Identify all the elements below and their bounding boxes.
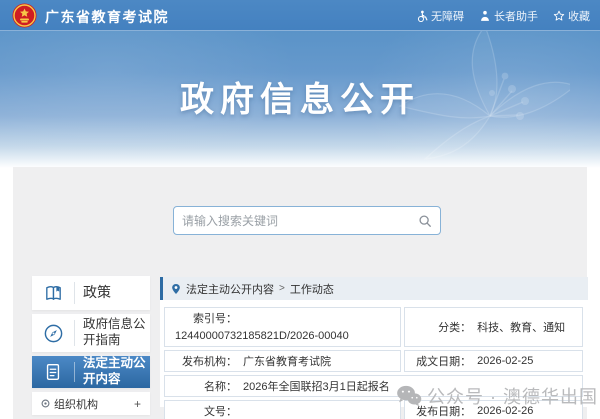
publish-date-label: 发布日期： — [416, 405, 472, 418]
accessibility-label: 无障碍 — [431, 10, 464, 23]
index-number-cell: 索引号： 12440000732185821D/2026-00040 — [164, 307, 402, 347]
breadcrumb-current[interactable]: 工作动态 — [290, 281, 334, 297]
written-date-label: 成文日期： — [416, 355, 472, 368]
elder-person-icon — [481, 10, 489, 21]
table-row: 文号： 发布日期： 2026-02-26 — [164, 400, 583, 419]
publish-date-value: 2026-02-26 — [477, 404, 534, 417]
expand-plus-icon[interactable]: + — [134, 397, 141, 411]
sidebar-item-disclosure-guide[interactable]: 政府信息公开指南 — [32, 314, 150, 352]
doc-number-cell: 文号： — [164, 400, 402, 419]
top-links: 无障碍 长者助手 收藏 — [416, 0, 590, 31]
search-box — [173, 206, 441, 235]
doc-number-label: 文号： — [204, 405, 237, 418]
wheelchair-icon — [417, 10, 428, 22]
site-name: 广东省教育考试院 — [45, 9, 169, 25]
category-value: 科技、教育、通知 — [477, 321, 566, 334]
organization-icon — [41, 399, 50, 408]
elder-assistant-label: 长者助手 — [494, 10, 538, 23]
location-pin-icon — [172, 283, 180, 294]
publish-date-cell: 发布日期： 2026-02-26 — [404, 400, 583, 419]
category-label: 分类： — [438, 321, 472, 334]
written-date-cell: 成文日期： 2026-02-25 — [404, 350, 583, 372]
favorite-link[interactable]: 收藏 — [553, 8, 590, 24]
search-input[interactable] — [174, 213, 410, 228]
document-icon — [46, 364, 60, 380]
table-row: 发布机构： 广东省教育考试院 成文日期： 2026-02-25 — [164, 350, 583, 372]
search-icon — [419, 214, 431, 227]
star-icon — [553, 10, 565, 20]
table-row: 索引号： 12440000732185821D/2026-00040 分类： 科技、… — [164, 307, 583, 347]
compass-icon — [44, 324, 62, 342]
sidebar-item-statutory-disclosure[interactable]: 法定主动公开内容 — [32, 356, 150, 388]
sidebar-item-statutory-disclosure-label: 法定主动公开内容 — [83, 356, 146, 386]
publisher-value: 广东省教育考试院 — [243, 355, 331, 368]
sidebar-item-organization[interactable]: 组织机构 + — [32, 392, 150, 415]
sidebar-item-policy-label: 政策 — [83, 284, 111, 301]
main-panel: 法定主动公开内容 > 工作动态 索引号： 12440000732185821D/2… — [160, 277, 588, 419]
index-number-value: 12440000732185821D/2026-00040 — [175, 329, 349, 342]
title-cell: 名称： 2026年全国联招3月1日起报名 — [164, 375, 583, 397]
doc-title-value: 2026年全国联招3月1日起报名 — [243, 380, 390, 393]
breadcrumb: 法定主动公开内容 > 工作动态 — [160, 277, 588, 300]
page-title: 政府信息公开 — [180, 81, 420, 119]
breadcrumb-section[interactable]: 法定主动公开内容 — [186, 281, 274, 297]
sidebar-item-organization-label: 组织机构 — [54, 398, 98, 411]
header-bar: 广东省教育考试院 无障碍 长者助手 收藏 — [0, 0, 600, 31]
sidebar-item-policy[interactable]: 政策 — [32, 276, 150, 310]
elder-assistant-link[interactable]: 长者助手 — [479, 8, 538, 24]
accessibility-link[interactable]: 无障碍 — [416, 8, 464, 24]
page: 广东省教育考试院 无障碍 长者助手 收藏 政府信息公开 请输入搜索关键词 政策 … — [0, 0, 600, 419]
detail-table: 索引号： 12440000732185821D/2026-00040 分类： 科技、… — [161, 304, 586, 419]
book-icon — [45, 285, 61, 300]
index-number-label: 索引号： — [193, 312, 237, 325]
banner: 政府信息公开 — [0, 31, 600, 168]
table-row: 名称： 2026年全国联招3月1日起报名 — [164, 375, 583, 397]
national-emblem-icon — [12, 3, 37, 28]
category-cell: 分类： 科技、教育、通知 — [404, 307, 583, 347]
publisher-cell: 发布机构： 广东省教育考试院 — [164, 350, 402, 372]
written-date-value: 2026-02-25 — [477, 354, 534, 367]
sidebar-item-disclosure-guide-label: 政府信息公开指南 — [83, 317, 146, 347]
publisher-label: 发布机构： — [182, 355, 237, 368]
favorite-label: 收藏 — [568, 10, 590, 23]
breadcrumb-separator: > — [279, 283, 285, 294]
doc-title-label: 名称： — [204, 380, 237, 393]
search-button[interactable] — [410, 207, 440, 234]
